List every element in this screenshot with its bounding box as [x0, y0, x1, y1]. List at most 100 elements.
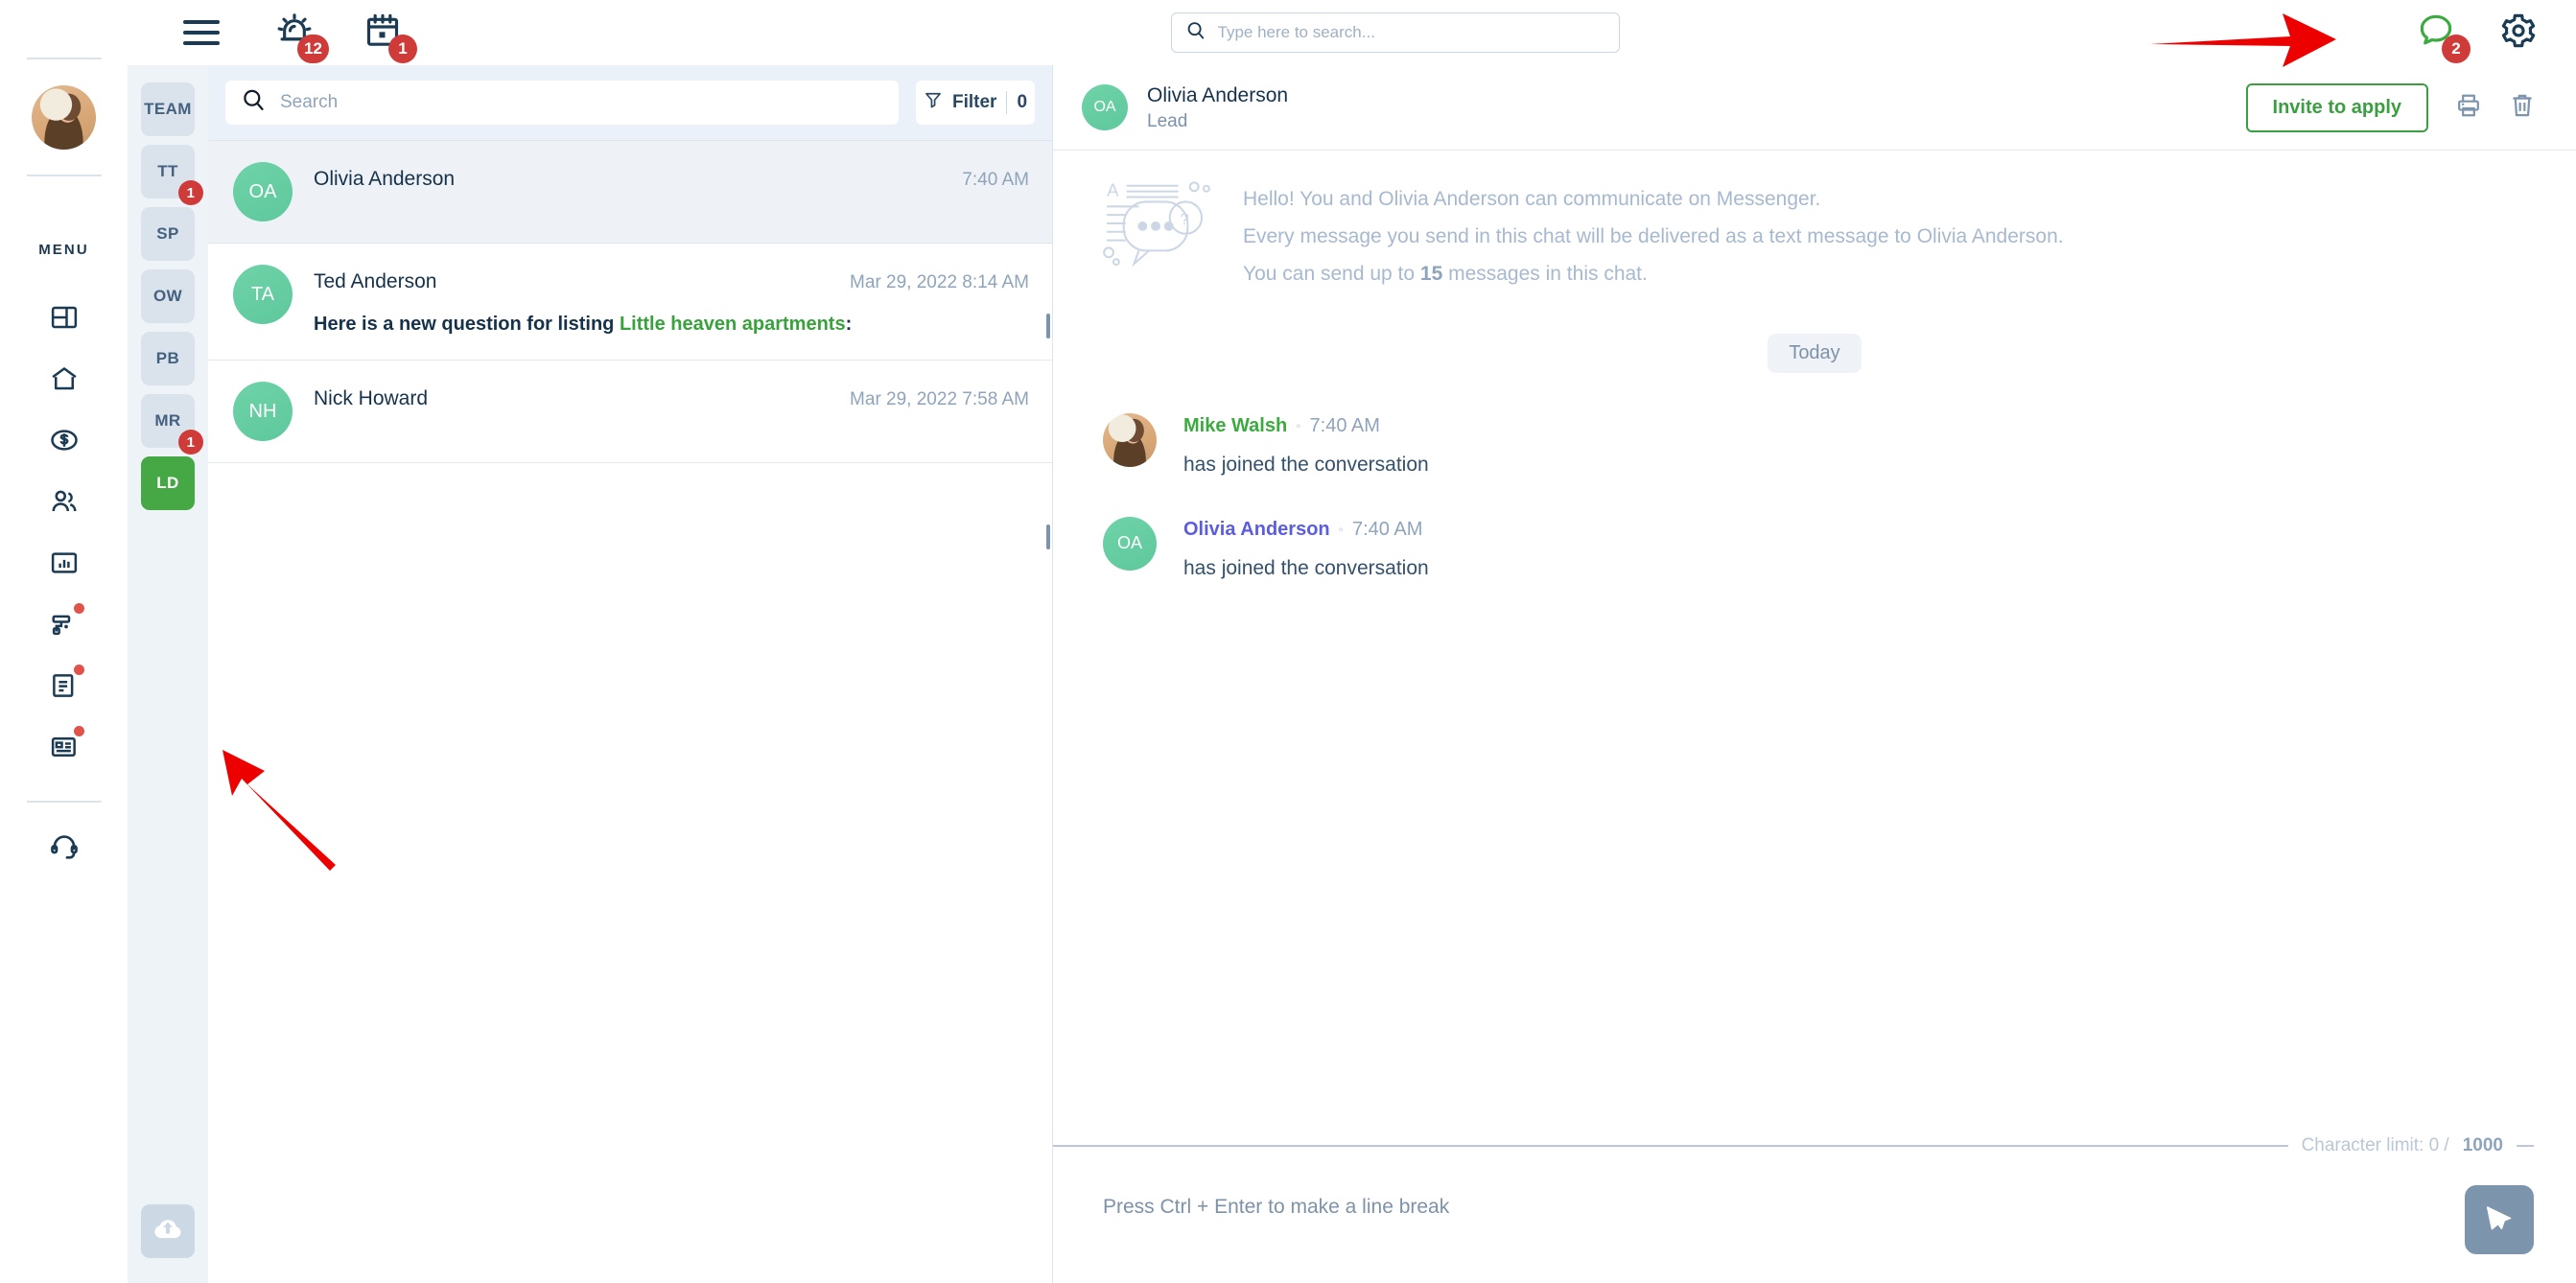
filter-label: Filter: [951, 92, 997, 112]
char-limit-rule-right: [2517, 1145, 2534, 1147]
message-input[interactable]: [1103, 1195, 2442, 1240]
avatar: OA: [233, 162, 293, 222]
calendar-badge: 1: [388, 34, 417, 63]
conversation-row-body: Olivia Anderson 7:40 AM: [314, 162, 1029, 218]
team-chip-ld[interactable]: LD: [141, 456, 195, 510]
team-chip-badge: 1: [178, 430, 203, 455]
team-chip-label: PB: [155, 349, 180, 367]
invite-to-apply-button[interactable]: Invite to apply: [2245, 82, 2428, 132]
chat-message-text: has joined the conversation: [1183, 556, 1429, 579]
snippet-tail: :: [845, 314, 853, 335]
team-chip-mr[interactable]: MR 1: [141, 394, 203, 455]
conversation-search-box[interactable]: [225, 81, 899, 125]
conversation-scrollbar-thumb[interactable]: [1046, 525, 1050, 549]
hamburger-menu-button[interactable]: [183, 12, 233, 53]
conversation-scrollbar-thumb[interactable]: [1046, 314, 1050, 338]
chat-contact-name: Olivia Anderson: [1147, 84, 1289, 106]
conversation-row-ted-anderson[interactable]: TA Ted Anderson Mar 29, 2022 8:14 AM Her…: [208, 244, 1052, 361]
avatar: [1103, 412, 1157, 467]
character-limit-label: Character limit: 0 /: [2301, 1135, 2449, 1155]
day-divider-wrapper: Today: [1095, 333, 2534, 373]
team-chip-label: TT: [157, 162, 178, 180]
sidebar-item-finance[interactable]: [37, 413, 91, 467]
global-search-input[interactable]: [1217, 23, 1605, 42]
meta-separator-dot: ◦: [1296, 417, 1301, 434]
global-search-box[interactable]: [1170, 12, 1620, 53]
cloud-upload-button[interactable]: [141, 1204, 195, 1258]
team-chip-sp[interactable]: SP: [141, 207, 195, 261]
notice-line3-pre: You can send up to: [1243, 262, 1420, 285]
home-icon: [50, 364, 79, 393]
sidebar-item-contacts[interactable]: [37, 720, 91, 774]
topbar-right-actions: 2: [2417, 12, 2538, 63]
filter-count: 0: [1017, 92, 1028, 112]
rail-divider-mid: [26, 175, 102, 176]
conversation-name: Ted Anderson: [314, 270, 437, 292]
chat-message-mike-walsh: Mike Walsh ◦ 7:40 AM has joined the conv…: [1095, 412, 2534, 477]
chat-message-time: 7:40 AM: [1309, 414, 1380, 436]
conversation-row-body: Ted Anderson Mar 29, 2022 8:14 AM Here i…: [314, 265, 1029, 338]
team-chip-label: SP: [156, 224, 179, 243]
avatar-initials: TA: [250, 283, 275, 305]
dollar-coin-icon: [50, 426, 79, 455]
conversation-list-header: Filter 0: [208, 65, 1052, 141]
team-chip-pb[interactable]: PB: [141, 332, 195, 385]
conversation-search-input[interactable]: [280, 92, 883, 113]
dashboard-icon: [50, 303, 79, 332]
composer-field[interactable]: [1053, 1195, 2442, 1245]
avatar-initials: OA: [1116, 533, 1142, 553]
menu-heading: MENU: [38, 242, 89, 258]
chat-message-meta: Olivia Anderson ◦ 7:40 AM: [1183, 519, 1429, 541]
sidebar-item-home[interactable]: [37, 352, 91, 406]
avatar-initials: NH: [248, 400, 277, 422]
conversation-scroll-area[interactable]: OA Olivia Anderson 7:40 AM TA Ted Anders…: [208, 141, 1052, 1283]
chat-message-author: Mike Walsh: [1183, 414, 1288, 436]
settings-button[interactable]: [2499, 12, 2538, 55]
calendar-button[interactable]: 1: [363, 12, 417, 63]
chat-message-scroll-area[interactable]: A ? Hello! You and Olivia Anderson can c…: [1053, 151, 2576, 1135]
print-icon: [2455, 92, 2482, 124]
sidebar-item-documents[interactable]: [37, 659, 91, 712]
svg-text:?: ?: [1181, 210, 1189, 228]
messages-button[interactable]: 2: [2417, 12, 2471, 63]
team-chip-tt[interactable]: TT 1: [141, 145, 203, 205]
team-chip-ow[interactable]: OW: [141, 269, 195, 323]
print-button[interactable]: [2455, 92, 2482, 124]
day-divider-today: Today: [1768, 333, 1862, 373]
conversation-row-olivia-anderson[interactable]: OA Olivia Anderson 7:40 AM: [208, 141, 1052, 244]
conversation-row-top-line: Nick Howard Mar 29, 2022 7:58 AM: [314, 387, 1029, 410]
avatar-initials: OA: [248, 180, 277, 202]
sidebar-item-people[interactable]: [37, 475, 91, 528]
sidebar-item-dashboard[interactable]: [37, 291, 91, 344]
snippet-text: Here is a new question for listing: [314, 314, 620, 335]
left-rail: MENU: [0, 0, 128, 1283]
snippet-listing-link[interactable]: Little heaven apartments: [620, 314, 846, 335]
notification-dot: [73, 603, 84, 614]
composer-inner: [1053, 1156, 2534, 1283]
filter-icon: [924, 90, 943, 115]
conversation-row-top-line: Olivia Anderson 7:40 AM: [314, 168, 1029, 191]
conversation-row-nick-howard[interactable]: NH Nick Howard Mar 29, 2022 7:58 AM: [208, 361, 1052, 463]
messenger-notice-text: Hello! You and Olivia Anderson can commu…: [1243, 175, 2064, 293]
avatar[interactable]: [32, 85, 96, 150]
sidebar-item-support[interactable]: [37, 820, 91, 874]
hamburger-icon-bar: [183, 41, 220, 45]
filter-separator: [1006, 91, 1008, 114]
messenger-notice: A ? Hello! You and Olivia Anderson can c…: [1095, 175, 2534, 293]
alarm-button[interactable]: 12: [275, 12, 329, 63]
send-button[interactable]: [2465, 1185, 2534, 1254]
sidebar-item-reports[interactable]: [37, 536, 91, 590]
team-strip: TEAM TT 1 SP OW PB MR 1 LD: [128, 65, 208, 1283]
send-icon: [2483, 1202, 2516, 1238]
sidebar-item-maintenance[interactable]: [37, 597, 91, 651]
delete-conversation-button[interactable]: [2509, 92, 2536, 124]
conversation-time: Mar 29, 2022 7:58 AM: [850, 389, 1029, 409]
hamburger-icon-bar: [183, 31, 220, 35]
chat-message-body: Olivia Anderson ◦ 7:40 AM has joined the…: [1183, 517, 1429, 580]
filter-button[interactable]: Filter 0: [916, 81, 1035, 125]
team-chip-team[interactable]: TEAM: [141, 82, 195, 136]
chat-message-body: Mike Walsh ◦ 7:40 AM has joined the conv…: [1183, 413, 1429, 477]
headset-support-icon: [49, 831, 80, 862]
messenger-notice-line-2: Every message you send in this chat will…: [1243, 225, 2064, 248]
main-column: 12 1 Type here to search... 2 TEAM TT 1 …: [128, 0, 2576, 1283]
